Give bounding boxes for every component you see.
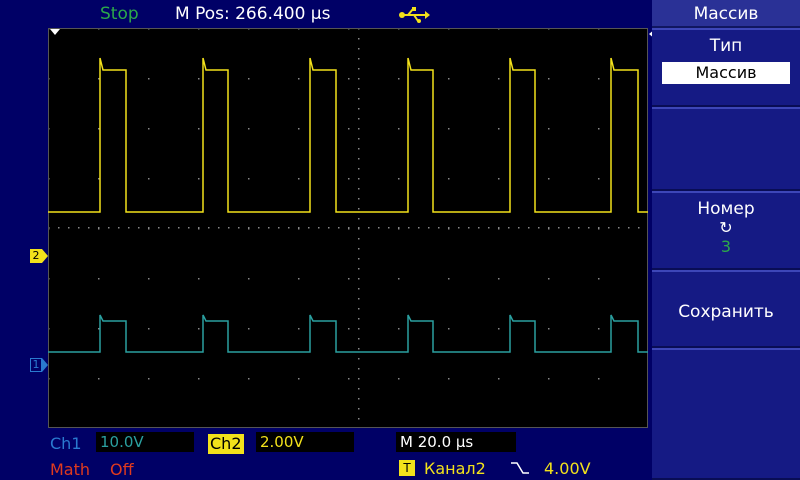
menu-item-save[interactable]: Сохранить xyxy=(652,270,800,348)
type-label: Тип xyxy=(709,36,743,56)
menu-item-number[interactable]: Номер ↻ 3 xyxy=(652,191,800,270)
channel2-marker[interactable]: 2 xyxy=(30,249,48,263)
math-label: Math xyxy=(50,460,91,479)
timebase: M 20.0 µs xyxy=(396,432,516,452)
ch1-scale: 10.0V xyxy=(96,432,194,452)
ch2-label: Ch2 xyxy=(208,434,244,454)
trigger-position-marker xyxy=(50,29,60,35)
menu-item-empty-bottom xyxy=(652,348,800,480)
horizontal-position: M Pos: 266.400 µs xyxy=(175,4,331,24)
trigger-source: Канал2 xyxy=(424,459,486,478)
trigger-badge: T xyxy=(399,460,415,476)
graticule-grid xyxy=(48,28,648,428)
waveform-display[interactable] xyxy=(48,28,648,428)
menu-item-empty xyxy=(652,107,800,191)
math-state: Off xyxy=(110,460,134,479)
channel2-trace xyxy=(48,57,648,213)
number-value: 3 xyxy=(720,237,732,256)
cycle-icon: ↻ xyxy=(719,218,733,237)
trigger-level: 4.00V xyxy=(544,459,591,478)
ch2-scale: 2.00V xyxy=(256,432,354,452)
channel1-marker[interactable]: 1 xyxy=(30,358,48,372)
waveform-graticule xyxy=(48,28,648,428)
channel1-trace xyxy=(48,314,648,353)
falling-edge-icon xyxy=(511,462,529,474)
save-button[interactable]: Сохранить xyxy=(652,302,800,322)
usb-icon xyxy=(399,7,430,23)
number-label: Номер xyxy=(697,199,755,219)
type-select[interactable]: Массив xyxy=(662,62,790,84)
run-state: Stop xyxy=(100,4,139,24)
ch1-label: Ch1 xyxy=(50,434,82,453)
menu-item-type[interactable]: Тип Массив xyxy=(652,28,800,107)
menu-title: Массив xyxy=(652,0,800,28)
